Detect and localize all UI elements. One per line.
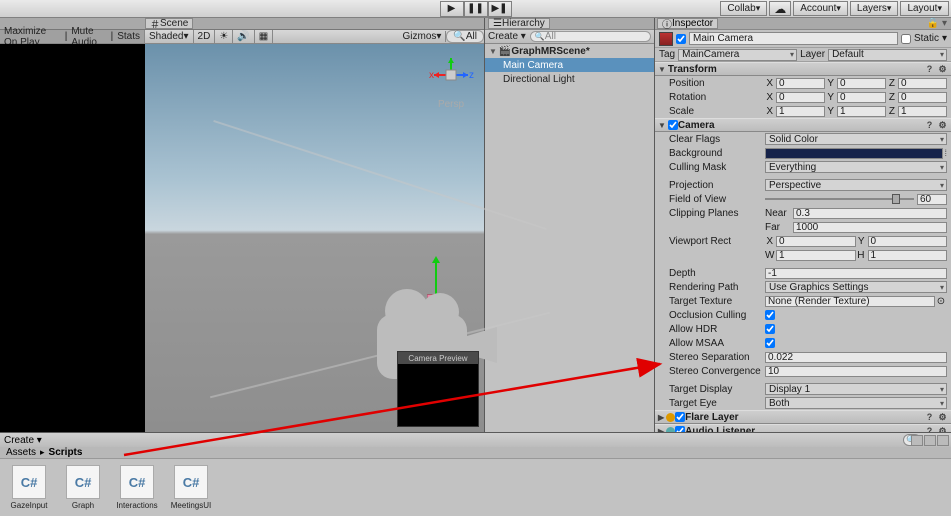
camera-header[interactable]: ▼ Camera?⚙ xyxy=(655,118,951,132)
step-button[interactable]: ▶❚ xyxy=(488,1,512,17)
lock-icon[interactable]: 🔒 ▾ xyxy=(927,18,947,29)
scl-y[interactable]: 1 xyxy=(837,106,886,117)
play-controls: ▶ ❚❚ ▶❚ xyxy=(440,1,512,17)
2d-toggle[interactable]: 2D xyxy=(194,30,216,43)
breadcrumb-scripts[interactable]: Scripts xyxy=(49,447,83,458)
hierarchy-item-light[interactable]: Directional Light xyxy=(485,72,654,86)
scl-x[interactable]: 1 xyxy=(776,106,825,117)
asset-meetingsui[interactable]: C#MeetingsUI xyxy=(170,465,212,510)
fov-slider[interactable] xyxy=(765,194,914,205)
svg-text:x: x xyxy=(429,70,434,81)
play-button[interactable]: ▶ xyxy=(440,1,464,17)
project-panel: Create ▾ 🔍 Assets ▸ Scripts C#GazeInput … xyxy=(0,432,951,516)
breadcrumb-assets[interactable]: Assets xyxy=(6,447,36,458)
audio-icon xyxy=(666,427,675,433)
flare-header[interactable]: ▶ Flare Layer?⚙ xyxy=(655,410,951,424)
breadcrumb[interactable]: Assets ▸ Scripts xyxy=(0,447,951,459)
targettex-field[interactable]: None (Render Texture) xyxy=(765,296,935,307)
gameobject-icon[interactable] xyxy=(659,32,673,46)
background-color[interactable] xyxy=(765,148,943,159)
flare-icon xyxy=(666,413,675,422)
cloud-button[interactable]: ☁ xyxy=(769,1,791,16)
far-field[interactable]: 1000 xyxy=(793,222,947,233)
menu-icon[interactable] xyxy=(937,435,949,446)
near-field[interactable]: 0.3 xyxy=(793,208,947,219)
shading-dropdown[interactable]: Shaded ▾ xyxy=(145,30,194,43)
transform-header[interactable]: ▼Transform?⚙ xyxy=(655,62,951,76)
rot-z[interactable]: 0 xyxy=(898,92,947,103)
camera-preview: Camera Preview xyxy=(397,351,479,427)
clearflags-dropdown[interactable]: Solid Color xyxy=(765,133,947,145)
help-icon[interactable]: ? xyxy=(924,64,935,75)
rot-y[interactable]: 0 xyxy=(837,92,886,103)
filter-icon[interactable] xyxy=(911,435,923,446)
star-icon[interactable] xyxy=(924,435,936,446)
stereosep-field[interactable]: 0.022 xyxy=(765,352,947,363)
account-button[interactable]: Account ▾ xyxy=(793,1,848,16)
audio-toggle[interactable]: 🔊 xyxy=(233,30,254,43)
gear-icon[interactable]: ⚙ xyxy=(937,64,948,75)
project-create[interactable]: Create ▾ xyxy=(4,435,42,446)
persp-label[interactable]: Persp xyxy=(426,99,476,110)
pause-button[interactable]: ❚❚ xyxy=(464,1,488,17)
asset-interactions[interactable]: C#Interactions xyxy=(116,465,158,510)
create-dropdown[interactable]: Create ▾ xyxy=(488,31,526,42)
static-checkbox[interactable] xyxy=(901,34,911,44)
inspector-panel: ⓘ Inspector🔒 ▾ Main Camera Static ▾ Tag … xyxy=(655,18,951,432)
camera-enabled[interactable] xyxy=(668,120,678,130)
gizmos-dropdown[interactable]: Gizmos ▾ xyxy=(398,31,446,42)
light-toggle[interactable]: ☀ xyxy=(215,30,233,43)
targeteye-dropdown[interactable]: Both xyxy=(765,397,947,409)
tag-dropdown[interactable]: MainCamera xyxy=(678,49,797,61)
rendpath-dropdown[interactable]: Use Graphics Settings xyxy=(765,281,947,293)
occlusion-checkbox[interactable] xyxy=(765,310,775,320)
object-picker-icon[interactable]: ⊙ xyxy=(935,296,947,307)
collab-button[interactable]: Collab ▾ xyxy=(720,1,767,16)
stats-toggle[interactable]: Stats xyxy=(117,31,140,42)
svg-text:z: z xyxy=(469,70,474,81)
scene-toolbar: Maximize On Play | Mute Audio | Stats Sh… xyxy=(0,30,484,44)
depth-field[interactable]: -1 xyxy=(765,268,947,279)
stereoconv-field[interactable]: 10 xyxy=(765,366,947,377)
hierarchy-tab[interactable]: ☰ Hierarchy xyxy=(488,18,550,29)
scene-search[interactable]: 🔍 All xyxy=(446,30,484,43)
game-view[interactable] xyxy=(0,44,145,432)
culling-dropdown[interactable]: Everything xyxy=(765,161,947,173)
name-field[interactable]: Main Camera xyxy=(689,32,898,45)
hierarchy-item-camera[interactable]: Main Camera xyxy=(485,58,654,72)
targetdisp-dropdown[interactable]: Display 1 xyxy=(765,383,947,395)
orientation-gizmo[interactable]: x z Persp xyxy=(426,50,476,110)
eyedropper-icon[interactable]: ⁞ xyxy=(944,148,947,158)
msaa-checkbox[interactable] xyxy=(765,338,775,348)
fx-toggle[interactable]: ▦ xyxy=(255,30,273,43)
projection-dropdown[interactable]: Perspective xyxy=(765,179,947,191)
layout-button[interactable]: Layout ▾ xyxy=(900,1,949,16)
layers-button[interactable]: Layers ▾ xyxy=(850,1,899,16)
pos-x[interactable]: 0 xyxy=(776,78,825,89)
scene-tab[interactable]: ＃ Scene xyxy=(145,18,193,29)
scene-row[interactable]: ▼🎬 GraphMRScene* xyxy=(485,44,654,58)
fov-value[interactable]: 60 xyxy=(917,194,947,205)
pos-z[interactable]: 0 xyxy=(898,78,947,89)
pos-y[interactable]: 0 xyxy=(837,78,886,89)
asset-gazeinput[interactable]: C#GazeInput xyxy=(8,465,50,510)
inspector-tab[interactable]: ⓘ Inspector xyxy=(657,18,718,29)
asset-graph[interactable]: C#Graph xyxy=(62,465,104,510)
audio-header[interactable]: ▶ Audio Listener?⚙ xyxy=(655,424,951,432)
hierarchy-search[interactable]: 🔍 All xyxy=(530,31,651,42)
scene-view[interactable]: x z Persp xyxy=(145,44,484,432)
active-checkbox[interactable] xyxy=(676,34,686,44)
rot-x[interactable]: 0 xyxy=(776,92,825,103)
layer-dropdown[interactable]: Default xyxy=(828,49,947,61)
main-toolbar: ▶ ❚❚ ▶❚ Collab ▾ ☁ Account ▾ Layers ▾ La… xyxy=(0,0,951,18)
scl-z[interactable]: 1 xyxy=(898,106,947,117)
hdr-checkbox[interactable] xyxy=(765,324,775,334)
